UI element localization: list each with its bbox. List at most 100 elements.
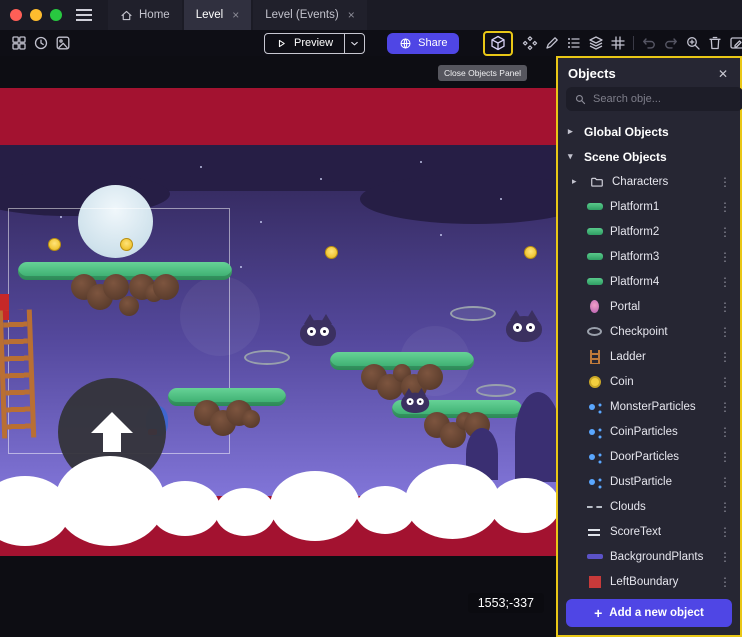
ladder-thumbnail xyxy=(586,348,603,365)
monster-instance[interactable] xyxy=(398,388,432,413)
window-close-button[interactable] xyxy=(10,9,22,21)
object-row-platform3[interactable]: Platform3 ⋮ xyxy=(558,244,740,269)
star xyxy=(500,198,502,200)
section-global-objects[interactable]: ▸ Global Objects xyxy=(558,119,740,144)
platform-instance[interactable] xyxy=(168,388,286,436)
redo-icon[interactable] xyxy=(660,32,682,54)
ladder-instance[interactable] xyxy=(0,309,36,438)
object-row-portal[interactable]: Portal ⋮ xyxy=(558,294,740,319)
object-name: Ladder xyxy=(610,351,709,363)
object-row-platform1[interactable]: Platform1 ⋮ xyxy=(558,194,740,219)
objects-panel-toggle-highlighted[interactable] xyxy=(483,31,513,56)
edit-pencil-icon[interactable] xyxy=(541,32,563,54)
chevron-down-icon[interactable]: ▾ xyxy=(568,151,577,162)
monster-eye xyxy=(307,327,316,336)
window-maximize-button[interactable] xyxy=(50,9,62,21)
object-row-scoretext[interactable]: ScoreText ⋮ xyxy=(558,519,740,544)
tab-close-icon[interactable]: × xyxy=(232,8,239,22)
object-row-checkpoint[interactable]: Checkpoint ⋮ xyxy=(558,319,740,344)
object-name: DoorParticles xyxy=(610,451,709,463)
object-menu-icon[interactable]: ⋮ xyxy=(716,175,734,189)
object-menu-icon[interactable]: ⋮ xyxy=(716,400,734,414)
object-row-platform4[interactable]: Platform4 ⋮ xyxy=(558,269,740,294)
object-menu-icon[interactable]: ⋮ xyxy=(716,375,734,389)
preview-options-button[interactable] xyxy=(344,34,364,53)
window-minimize-button[interactable] xyxy=(30,9,42,21)
object-menu-icon[interactable]: ⋮ xyxy=(716,475,734,489)
object-menu-icon[interactable]: ⋮ xyxy=(716,275,734,289)
object-menu-icon[interactable]: ⋮ xyxy=(716,250,734,264)
object-row-leftboundary[interactable]: LeftBoundary ⋮ xyxy=(558,569,740,594)
object-menu-icon[interactable]: ⋮ xyxy=(716,425,734,439)
star xyxy=(240,266,242,268)
object-row-platform2[interactable]: Platform2 ⋮ xyxy=(558,219,740,244)
object-name: Platform1 xyxy=(610,201,709,213)
image-resources-icon[interactable] xyxy=(52,32,74,54)
cloud-saucer[interactable] xyxy=(476,384,516,397)
object-menu-icon[interactable]: ⋮ xyxy=(716,200,734,214)
object-menu-icon[interactable]: ⋮ xyxy=(716,225,734,239)
undo-icon[interactable] xyxy=(638,32,660,54)
object-menu-icon[interactable]: ⋮ xyxy=(716,525,734,539)
object-row-coin[interactable]: Coin ⋮ xyxy=(558,369,740,394)
zoom-in-icon[interactable] xyxy=(682,32,704,54)
scene-properties-icon[interactable] xyxy=(726,32,742,54)
platform-instance[interactable] xyxy=(18,262,232,316)
grid-icon[interactable] xyxy=(607,32,629,54)
tab-level-events[interactable]: Level (Events) × xyxy=(253,0,367,30)
tab-home[interactable]: Home xyxy=(108,0,182,30)
project-manager-icon[interactable] xyxy=(8,32,30,54)
scene-editor-canvas[interactable]: 1553;-337 Close Objects Panel xyxy=(0,56,556,637)
plus-icon: + xyxy=(594,605,602,621)
object-menu-icon[interactable]: ⋮ xyxy=(716,325,734,339)
section-scene-objects[interactable]: ▾ Scene Objects xyxy=(558,144,740,169)
platform-thumbnail xyxy=(586,223,603,240)
object-row-backgroundplants[interactable]: BackgroundPlants ⋮ xyxy=(558,544,740,569)
object-row-ladder[interactable]: Ladder ⋮ xyxy=(558,344,740,369)
chevron-right-icon[interactable]: ▸ xyxy=(572,176,581,187)
preview-button[interactable]: Preview xyxy=(264,33,365,54)
trash-icon[interactable] xyxy=(704,32,726,54)
object-row-dustparticle[interactable]: DustParticle ⋮ xyxy=(558,469,740,494)
share-button[interactable]: Share xyxy=(387,33,459,54)
object-menu-icon[interactable]: ⋮ xyxy=(716,450,734,464)
object-groups-icon[interactable] xyxy=(519,32,541,54)
object-row-characters[interactable]: ▸ Characters ⋮ xyxy=(558,169,740,194)
monster-body xyxy=(300,320,336,346)
monster-eye xyxy=(526,323,535,332)
object-menu-icon[interactable]: ⋮ xyxy=(716,575,734,589)
tab-bar: Home Level × Level (Events) × xyxy=(0,0,742,30)
object-row-coinparticles[interactable]: CoinParticles ⋮ xyxy=(558,419,740,444)
object-row-monsterparticles[interactable]: MonsterParticles ⋮ xyxy=(558,394,740,419)
monster-eye xyxy=(320,327,329,336)
coin-instance[interactable] xyxy=(524,246,537,259)
objects-panel-header: Objects ✕ xyxy=(558,58,740,87)
object-search[interactable] xyxy=(566,87,742,111)
layers-icon[interactable] xyxy=(585,32,607,54)
coin-instance[interactable] xyxy=(120,238,133,251)
add-new-object-button[interactable]: + Add a new object xyxy=(566,599,732,627)
dirt xyxy=(242,410,260,428)
history-icon[interactable] xyxy=(30,32,52,54)
object-name: Coin xyxy=(610,376,709,388)
object-menu-icon[interactable]: ⋮ xyxy=(716,500,734,514)
tab-level[interactable]: Level × xyxy=(184,0,252,30)
tab-close-icon[interactable]: × xyxy=(348,8,355,22)
monster-eye xyxy=(417,398,424,405)
coin-instance[interactable] xyxy=(48,238,61,251)
coin-instance[interactable] xyxy=(325,246,338,259)
cloud-saucer[interactable] xyxy=(450,306,496,321)
search-input[interactable] xyxy=(593,93,735,105)
menu-icon[interactable] xyxy=(76,9,92,21)
object-menu-icon[interactable]: ⋮ xyxy=(716,300,734,314)
object-row-clouds[interactable]: Clouds ⋮ xyxy=(558,494,740,519)
chevron-right-icon[interactable]: ▸ xyxy=(568,126,577,137)
monster-instance[interactable] xyxy=(296,314,340,346)
cloud-saucer[interactable] xyxy=(244,350,290,365)
close-icon[interactable]: ✕ xyxy=(716,67,730,81)
object-row-doorparticles[interactable]: DoorParticles ⋮ xyxy=(558,444,740,469)
object-menu-icon[interactable]: ⋮ xyxy=(716,350,734,364)
object-menu-icon[interactable]: ⋮ xyxy=(716,550,734,564)
instances-list-icon[interactable] xyxy=(563,32,585,54)
monster-instance[interactable] xyxy=(502,310,546,342)
